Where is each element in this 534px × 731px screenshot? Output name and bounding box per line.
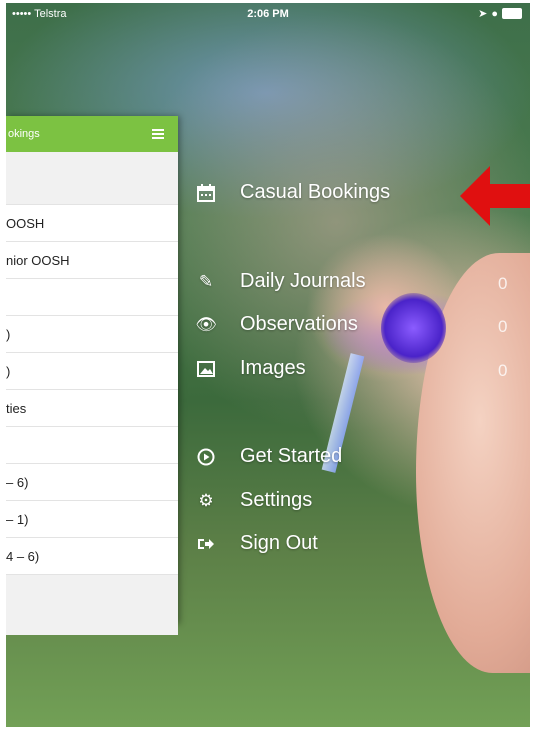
- list-item[interactable]: ): [6, 353, 178, 390]
- menu-item-images[interactable]: Images: [196, 357, 306, 380]
- background-bubble-wand: [381, 293, 446, 363]
- menu-item-sign-out[interactable]: Sign Out: [196, 532, 318, 555]
- list-item[interactable]: [6, 427, 178, 464]
- edit-icon: ✎: [198, 271, 214, 291]
- status-bar: ••••• Telstra 2:06 PM ➤ ●: [6, 3, 530, 25]
- sign-out-icon: [196, 534, 216, 554]
- play-circle-icon: [196, 447, 216, 467]
- menu-item-observations[interactable]: 👁 Observations: [195, 313, 358, 336]
- list-item[interactable]: OOSH: [6, 205, 178, 242]
- red-arrow-annotation: [460, 166, 530, 226]
- menu-label: Sign Out: [240, 532, 318, 554]
- status-icons: ➤ ●: [478, 7, 522, 20]
- panel-footer: [6, 575, 178, 635]
- clock: 2:06 PM: [247, 8, 289, 20]
- list-item[interactable]: nior OOSH: [6, 242, 178, 279]
- menu-label: Images: [240, 357, 306, 379]
- menu-item-get-started[interactable]: Get Started: [196, 445, 342, 468]
- panel-list: OOSH nior OOSH ) ) ties – 6) – 1) 4 – 6): [6, 152, 178, 575]
- images-count: 0: [498, 361, 508, 380]
- list-item[interactable]: – 1): [6, 501, 178, 538]
- menu-label: Observations: [240, 313, 358, 335]
- menu-label: Get Started: [240, 445, 343, 467]
- menu-item-daily-journals[interactable]: ✎ Daily Journals: [196, 270, 366, 293]
- hamburger-menu-icon[interactable]: [152, 129, 164, 139]
- list-item[interactable]: ): [6, 316, 178, 353]
- location-icon: ➤: [478, 8, 488, 20]
- daily-journals-count: 0: [498, 274, 508, 293]
- menu-item-settings[interactable]: ⚙ Settings: [196, 489, 312, 512]
- menu-label: Daily Journals: [240, 270, 366, 292]
- image-icon: [196, 359, 216, 379]
- lock-icon: ●: [491, 7, 498, 20]
- menu-item-casual-bookings[interactable]: Casual Bookings: [196, 181, 390, 204]
- app-screen: ••••• Telstra 2:06 PM ➤ ● okings OOSH ni…: [6, 3, 530, 727]
- list-item[interactable]: – 6): [6, 464, 178, 501]
- list-item[interactable]: 4 – 6): [6, 538, 178, 575]
- gear-icon: ⚙: [198, 490, 214, 510]
- menu-label: Casual Bookings: [240, 181, 391, 203]
- list-item[interactable]: [6, 279, 178, 316]
- eye-icon: 👁: [195, 314, 217, 334]
- menu-label: Settings: [240, 489, 313, 511]
- panel-header: okings: [6, 116, 178, 152]
- panel-title: okings: [8, 128, 40, 140]
- list-section-header: [6, 152, 178, 205]
- battery-icon: [502, 8, 522, 19]
- calendar-icon: [196, 183, 216, 203]
- observations-count: 0: [498, 317, 508, 336]
- list-item[interactable]: ties: [6, 390, 178, 427]
- bookings-panel[interactable]: okings OOSH nior OOSH ) ) ties – 6) – 1)…: [6, 116, 178, 635]
